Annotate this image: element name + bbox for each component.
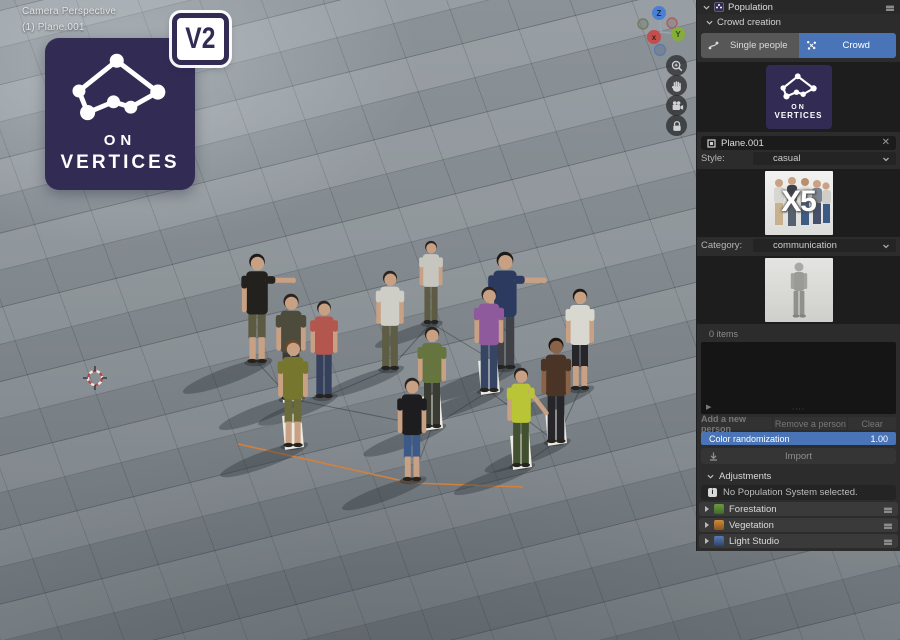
chevron-down-icon bbox=[703, 4, 710, 11]
list-resize-grip[interactable]: ∙∙∙∙ bbox=[792, 404, 805, 413]
gizmo-x-neg[interactable] bbox=[667, 18, 677, 28]
chevron-right-icon bbox=[705, 506, 709, 512]
info-icon: i bbox=[708, 488, 717, 497]
single-people-icon bbox=[708, 40, 719, 51]
list-expand-icon[interactable]: ▶ bbox=[706, 403, 711, 411]
people-list[interactable]: ▶ ∙∙∙∙ bbox=[701, 342, 896, 414]
crowd-style-preview: X5 bbox=[697, 169, 900, 237]
lock-button[interactable] bbox=[666, 115, 687, 136]
chevron-right-icon bbox=[705, 538, 709, 544]
download-icon bbox=[709, 452, 718, 461]
add-person-button[interactable]: Add a new person bbox=[701, 417, 772, 430]
gizmo-z-neg[interactable] bbox=[655, 45, 666, 56]
zoom-button[interactable] bbox=[666, 55, 687, 76]
person-preview-image[interactable] bbox=[765, 258, 833, 322]
vertex-network-icon bbox=[66, 52, 174, 130]
chevron-down-icon bbox=[706, 19, 713, 26]
forestation-panel-header[interactable]: Forestation ▬▬ bbox=[699, 502, 898, 516]
pan-button[interactable] bbox=[666, 75, 687, 96]
onvertices-mini-logo: ON VERTICES bbox=[766, 65, 832, 129]
zoom-icon bbox=[670, 59, 684, 73]
view-mode-label: Camera Perspective bbox=[22, 4, 116, 20]
panel-menu-icon[interactable]: ▬▬ bbox=[884, 506, 892, 512]
navigation-gizmo[interactable]: Z Y x bbox=[632, 2, 694, 60]
crowd-creation-header[interactable]: Crowd creation bbox=[697, 14, 900, 30]
camera-view-button[interactable] bbox=[666, 95, 687, 116]
category-dropdown[interactable]: communication bbox=[753, 239, 896, 252]
svg-text:Z: Z bbox=[657, 9, 662, 18]
chevron-down-icon bbox=[707, 473, 714, 480]
panel-menu-icon[interactable]: ▬▬ bbox=[886, 4, 894, 10]
person-thumbnail bbox=[784, 261, 814, 319]
vertex-network-icon bbox=[778, 73, 820, 103]
n-panel-sidebar: Population ▬▬ Crowd creation Single peop… bbox=[696, 0, 900, 551]
import-button[interactable]: Import bbox=[701, 448, 896, 464]
mesh-plane-icon bbox=[707, 139, 716, 148]
style-row: Style: casual bbox=[701, 152, 896, 165]
remove-person-button[interactable]: Remove a person bbox=[773, 417, 847, 430]
logo-text-on: ON bbox=[45, 132, 195, 149]
population-addon-icon bbox=[714, 2, 724, 12]
mode-tabs: Single people Crowd bbox=[701, 33, 896, 58]
svg-text:x: x bbox=[652, 33, 657, 42]
lock-icon bbox=[670, 119, 684, 133]
svg-text:Y: Y bbox=[675, 30, 681, 39]
target-object-field[interactable]: Plane.001 ✕ bbox=[701, 136, 896, 150]
items-count-label: 0 items bbox=[709, 329, 900, 340]
adjustments-header[interactable]: Adjustments bbox=[697, 468, 900, 484]
chevron-right-icon bbox=[705, 522, 709, 528]
tab-crowd[interactable]: Crowd bbox=[799, 33, 897, 58]
vegetation-icon bbox=[714, 520, 724, 530]
camera-icon bbox=[670, 99, 684, 113]
blender-window: Camera Perspective (1) Plane.001 ON VERT… bbox=[0, 0, 900, 640]
addon-logo-preview: ON VERTICES bbox=[697, 62, 900, 132]
active-object-label: (1) Plane.001 bbox=[22, 20, 116, 36]
chevron-down-icon bbox=[882, 242, 890, 250]
clear-button[interactable]: Clear bbox=[848, 417, 896, 430]
chevron-down-icon bbox=[882, 155, 890, 163]
gizmo-y-neg[interactable] bbox=[638, 19, 648, 29]
crowd-preview-image[interactable]: X5 bbox=[765, 171, 833, 235]
forestation-icon bbox=[714, 504, 724, 514]
style-dropdown[interactable]: casual bbox=[753, 152, 896, 165]
viewport-header-text: Camera Perspective (1) Plane.001 bbox=[22, 4, 116, 36]
color-randomization-slider[interactable]: Color randomization 1.00 bbox=[701, 432, 896, 445]
person-preview bbox=[697, 256, 900, 324]
clear-object-icon[interactable]: ✕ bbox=[882, 138, 890, 148]
light-studio-panel-header[interactable]: Light Studio ▬▬ bbox=[699, 534, 898, 548]
light-studio-icon bbox=[714, 536, 724, 546]
multiplier-label: X5 bbox=[765, 185, 833, 219]
panel-menu-icon[interactable]: ▬▬ bbox=[884, 522, 892, 528]
list-buttons: Add a new person Remove a person Clear bbox=[701, 417, 896, 430]
category-row: Category: communication bbox=[701, 239, 896, 252]
vegetation-panel-header[interactable]: Vegetation ▬▬ bbox=[699, 518, 898, 532]
population-panel-header[interactable]: Population ▬▬ bbox=[697, 0, 900, 14]
viewport-tools bbox=[666, 55, 687, 135]
panel-menu-icon[interactable]: ▬▬ bbox=[884, 538, 892, 544]
version-badge: V2 bbox=[172, 13, 229, 65]
slider-value: 1.00 bbox=[870, 434, 888, 444]
crowd-icon bbox=[806, 40, 817, 51]
logo-text-vertices: VERTICES bbox=[45, 152, 195, 174]
info-message: i No Population System selected. bbox=[701, 485, 896, 500]
population-panel-title: Population bbox=[728, 2, 773, 13]
tab-single-people[interactable]: Single people bbox=[701, 33, 799, 58]
hand-icon bbox=[670, 79, 684, 93]
